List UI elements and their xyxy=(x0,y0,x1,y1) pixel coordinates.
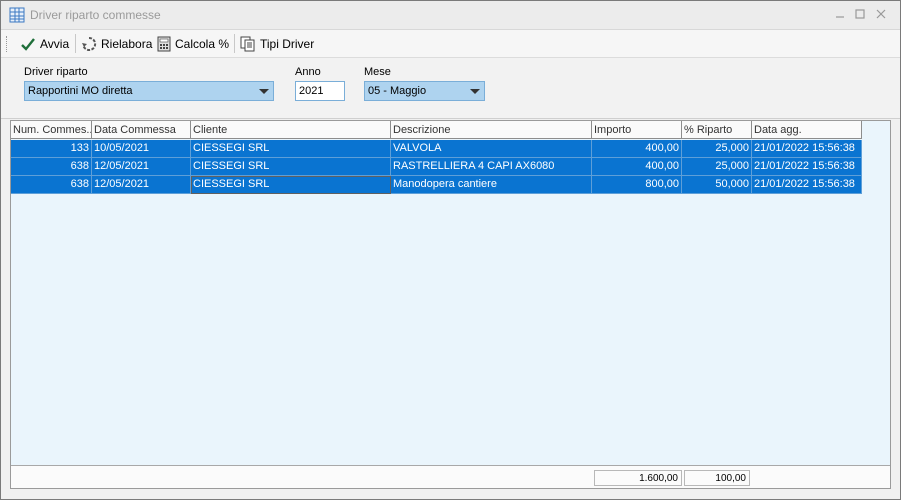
commesse-grid[interactable]: Num. Commes... Data Commessa Cliente Des… xyxy=(10,120,891,489)
mese-label: Mese xyxy=(364,66,391,78)
cell-riparto[interactable]: 25,000 xyxy=(682,140,752,158)
close-icon xyxy=(876,9,886,19)
mese-select[interactable]: 05 - Maggio xyxy=(364,81,485,101)
cell-descrizione[interactable]: Manodopera cantiere xyxy=(391,176,592,194)
tipi-driver-label: Tipi Driver xyxy=(260,36,315,51)
driver-riparto-window: Driver riparto commesse Avvia Rielabora xyxy=(0,0,901,500)
mese-value: 05 - Maggio xyxy=(368,85,427,97)
cell-data-commessa[interactable]: 10/05/2021 xyxy=(92,140,191,158)
maximize-button[interactable] xyxy=(850,5,870,25)
cell-riparto[interactable]: 50,000 xyxy=(682,176,752,194)
rielabora-label: Rielabora xyxy=(101,36,153,51)
cell-data-commessa[interactable]: 12/05/2021 xyxy=(92,176,191,194)
cell-riparto[interactable]: 25,000 xyxy=(682,158,752,176)
cell-num-commessa[interactable]: 133 xyxy=(11,140,92,158)
close-button[interactable] xyxy=(871,5,891,25)
driver-riparto-value: Rapportini MO diretta xyxy=(28,85,133,97)
window-title: Driver riparto commesse xyxy=(30,8,161,22)
column-header-importo[interactable]: Importo xyxy=(592,121,682,139)
rielabora-button[interactable]: Rielabora xyxy=(81,33,152,54)
anno-value: 2021 xyxy=(299,85,324,97)
grid-footer-totals: 1.600,00 100,00 xyxy=(11,465,890,488)
calculator-icon xyxy=(157,36,171,51)
column-header-descrizione[interactable]: Descrizione xyxy=(391,121,592,139)
toolbar-separator xyxy=(75,34,76,53)
toolbar-separator xyxy=(234,34,235,53)
cell-num-commessa[interactable]: 638 xyxy=(11,176,92,194)
filter-panel: Driver riparto Rapportini MO diretta Ann… xyxy=(1,58,900,119)
cell-cliente[interactable]: CIESSEGI SRL xyxy=(191,176,391,194)
driver-riparto-label: Driver riparto xyxy=(24,66,88,78)
documents-icon xyxy=(240,36,255,51)
cell-cliente[interactable]: CIESSEGI SRL xyxy=(191,158,391,176)
calcola-label: Calcola % xyxy=(175,36,230,51)
column-header-cliente[interactable]: Cliente xyxy=(191,121,391,139)
avvia-button[interactable]: Avvia xyxy=(20,33,69,54)
cell-importo[interactable]: 400,00 xyxy=(592,158,682,176)
toolbar-grip[interactable] xyxy=(6,36,9,52)
column-header-riparto[interactable]: % Riparto xyxy=(682,121,752,139)
chevron-down-icon xyxy=(470,89,480,94)
cell-descrizione[interactable]: VALVOLA xyxy=(391,140,592,158)
minimize-icon xyxy=(836,16,844,18)
column-header-data-commessa[interactable]: Data Commessa xyxy=(92,121,191,139)
cell-data-agg[interactable]: 21/01/2022 15:56:38 xyxy=(752,176,862,194)
calcola-button[interactable]: Calcola % xyxy=(157,33,229,54)
checkmark-icon xyxy=(21,37,35,51)
maximize-icon xyxy=(855,9,865,19)
cell-descrizione[interactable]: RASTRELLIERA 4 CAPI AX6080 xyxy=(391,158,592,176)
cell-data-agg[interactable]: 21/01/2022 15:56:38 xyxy=(752,140,862,158)
cell-cliente[interactable]: CIESSEGI SRL xyxy=(191,140,391,158)
anno-input[interactable]: 2021 xyxy=(295,81,345,101)
cell-num-commessa[interactable]: 638 xyxy=(11,158,92,176)
driver-riparto-select[interactable]: Rapportini MO diretta xyxy=(24,81,274,101)
cell-data-agg[interactable]: 21/01/2022 15:56:38 xyxy=(752,158,862,176)
avvia-label: Avvia xyxy=(40,36,70,51)
app-grid-icon xyxy=(9,7,25,23)
total-riparto: 100,00 xyxy=(684,470,750,486)
anno-label: Anno xyxy=(295,66,321,78)
tipi-driver-button[interactable]: Tipi Driver xyxy=(240,33,314,54)
toolbar: Avvia Rielabora Calcola % Tipi Driver xyxy=(1,30,900,58)
cell-importo[interactable]: 400,00 xyxy=(592,140,682,158)
cell-importo[interactable]: 800,00 xyxy=(592,176,682,194)
column-header-data-agg[interactable]: Data agg. xyxy=(752,121,862,139)
total-importo: 1.600,00 xyxy=(594,470,682,486)
minimize-button[interactable] xyxy=(830,5,850,25)
chevron-down-icon xyxy=(259,89,269,94)
recycle-icon xyxy=(82,36,97,51)
title-bar: Driver riparto commesse xyxy=(1,1,900,30)
cell-data-commessa[interactable]: 12/05/2021 xyxy=(92,158,191,176)
column-header-num-commessa[interactable]: Num. Commes... xyxy=(11,121,92,139)
